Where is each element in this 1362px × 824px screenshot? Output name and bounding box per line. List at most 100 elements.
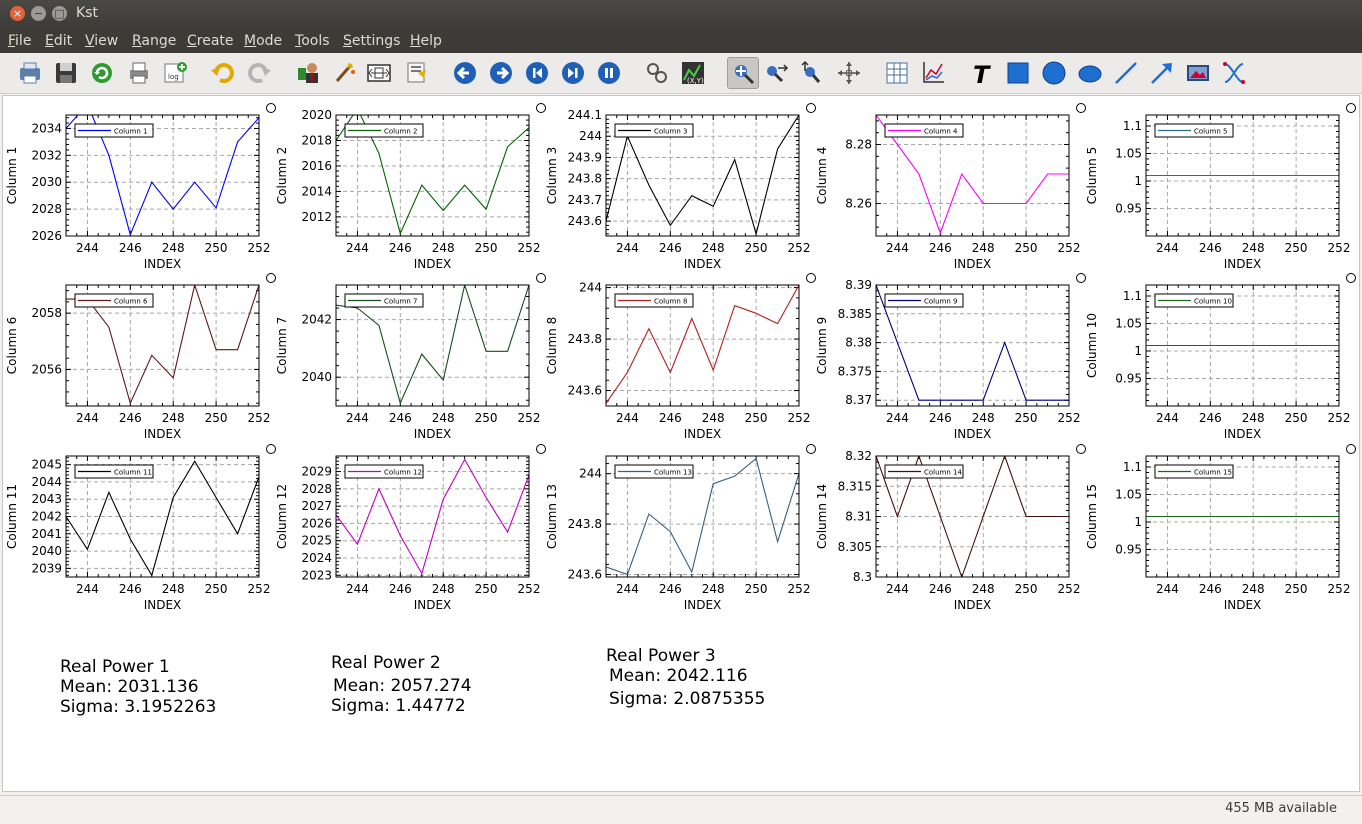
plot-handle-icon[interactable] <box>266 273 276 283</box>
x-tick-label: 252 <box>1328 241 1351 255</box>
zoom-x-icon[interactable] <box>763 60 789 86</box>
plot-handle-icon[interactable] <box>1076 103 1086 113</box>
zoom-layout-icon[interactable] <box>727 57 759 89</box>
zoom-y-icon[interactable] <box>799 60 825 86</box>
box-icon[interactable] <box>1005 60 1031 86</box>
menu-range[interactable]: Range <box>132 33 176 49</box>
x-tick-label: 248 <box>162 582 185 596</box>
line-plot-icon[interactable] <box>920 60 946 86</box>
menu-edit[interactable]: Edit <box>45 33 72 49</box>
x-tick-label: 244 <box>346 411 369 425</box>
x-tick-label: 244 <box>616 241 639 255</box>
x-tick-label: 250 <box>1015 241 1038 255</box>
label-real-power-1[interactable]: Real Power 1 Mean: 2031.136 Sigma: 3.195… <box>60 657 216 717</box>
legend-label: Column 14 <box>924 469 962 477</box>
zoom-all-icon[interactable] <box>836 60 862 86</box>
plot-10[interactable]: Column 10 244 246 248 250 252 0.95 1 1.05 1.1 INDE… <box>1085 273 1356 442</box>
x-tick-label: 252 <box>1058 411 1081 425</box>
plot-13[interactable]: Column 13 244 246 248 250 252 243.6 243.8 244 IND… <box>545 444 816 613</box>
plot-3[interactable]: Column 3 244 246 248 250 252 243.6 243.7 243.8 24… <box>545 103 816 272</box>
data-wizard-icon[interactable] <box>332 60 358 86</box>
circle-icon[interactable] <box>1041 60 1067 86</box>
maximize-window-icon[interactable]: □ <box>52 6 67 21</box>
plot-handle-icon[interactable] <box>266 103 276 113</box>
plot-15[interactable]: Column 15 244 246 248 250 252 0.95 1 1.05 1.1 INDE… <box>1085 444 1356 613</box>
y-tick-label: 0.95 <box>1115 202 1142 216</box>
line-icon[interactable] <box>1113 60 1139 86</box>
text-icon[interactable]: T <box>969 60 995 86</box>
plot-5[interactable]: Column 5 244 246 248 250 252 0.95 1 1.05 1.1 INDEX… <box>1085 103 1356 272</box>
plot-1[interactable]: Column 1 244 246 248 250 252 2026 2028 2030 2032 2… <box>5 103 276 272</box>
menu-mode[interactable]: Mode <box>244 33 282 49</box>
undo-icon[interactable] <box>210 60 236 86</box>
y-tick-label: 2028 <box>301 482 332 496</box>
plot-11[interactable]: Column 11 244 246 248 250 252 2039 2040 2041 2042… <box>5 444 276 613</box>
ellipse-icon[interactable] <box>1077 60 1103 86</box>
plot-handle-icon[interactable] <box>1076 273 1086 283</box>
plot-handle-icon[interactable] <box>536 444 546 454</box>
minimize-window-icon[interactable]: − <box>31 6 46 21</box>
x-axis-label: INDEX <box>1224 598 1262 612</box>
plot-8[interactable]: Column 8 244 246 248 250 252 243.6 243.8 244 INDE… <box>545 273 816 442</box>
x-tick-label: 244 <box>886 241 909 255</box>
export-image-icon[interactable]: log <box>162 60 188 86</box>
plot-9[interactable]: Column 9 244 246 248 250 252 8.37 8.375 8.38 8.38… <box>815 273 1086 442</box>
save-icon[interactable] <box>53 60 79 86</box>
plot-6[interactable]: Column 6 244 246 248 250 252 2056 2058 INDEX Colu… <box>5 273 276 442</box>
picture-icon[interactable] <box>1185 60 1211 86</box>
menu-view[interactable]: View <box>85 33 118 49</box>
first-frame-icon[interactable] <box>524 60 550 86</box>
print-icon[interactable] <box>17 60 43 86</box>
table-icon[interactable] <box>884 60 910 86</box>
reload-icon[interactable] <box>89 60 115 86</box>
shared-axis-icon[interactable] <box>1221 60 1247 86</box>
x-axis-label: INDEX <box>954 257 992 271</box>
change-data-file-icon[interactable] <box>366 60 392 86</box>
legend-label: Column 6 <box>114 298 148 306</box>
pause-icon[interactable] <box>596 60 622 86</box>
plot-handle-icon[interactable] <box>806 444 816 454</box>
plot-handle-icon[interactable] <box>536 103 546 113</box>
plot-handle-icon[interactable] <box>1346 273 1356 283</box>
x-tick-label: 252 <box>788 582 811 596</box>
plot-handle-icon[interactable] <box>1346 444 1356 454</box>
plot-handle-icon[interactable] <box>1076 444 1086 454</box>
last-frame-icon[interactable] <box>560 60 586 86</box>
legend-label: Column 8 <box>654 298 688 306</box>
label-real-power-3[interactable]: Real Power 3 Mean: 2042.116 Sigma: 2.087… <box>606 646 765 709</box>
plot-handle-icon[interactable] <box>266 444 276 454</box>
close-window-icon[interactable]: × <box>10 6 25 21</box>
ruler-icon[interactable] <box>644 60 670 86</box>
menu-help[interactable]: Help <box>410 33 442 49</box>
plot-4[interactable]: Column 4 244 246 248 250 252 8.26 8.28 INDEX Colu… <box>815 103 1086 272</box>
main-toolbar: log (X,Y) T <box>0 53 1362 94</box>
back-icon[interactable] <box>452 60 478 86</box>
menu-tools[interactable]: Tools <box>295 33 330 49</box>
plot-12[interactable]: Column 12 244 246 248 250 252 2023 2024 2025 2026… <box>275 444 546 613</box>
plot-handle-icon[interactable] <box>806 273 816 283</box>
plot-handle-icon[interactable] <box>806 103 816 113</box>
plot-7[interactable]: Column 7 244 246 248 250 252 2040 2042 INDEX Colu… <box>275 273 546 442</box>
plot-2[interactable]: Column 2 244 246 248 250 252 2012 2014 2016 2018 2… <box>275 103 546 272</box>
x-tick-label: 248 <box>162 411 185 425</box>
redo-icon[interactable] <box>246 60 272 86</box>
menu-settings[interactable]: Settings <box>343 33 400 49</box>
plot-handle-icon[interactable] <box>536 273 546 283</box>
printer-icon[interactable] <box>126 60 152 86</box>
change-dialog-icon[interactable] <box>404 60 430 86</box>
menu-file[interactable]: File <box>8 33 31 49</box>
x-tick-label: 248 <box>972 582 995 596</box>
menu-create[interactable]: Create <box>187 33 234 49</box>
forward-icon[interactable] <box>488 60 514 86</box>
plot-14[interactable]: Column 14 244 246 248 250 252 8.3 8.305 8.31 8.31… <box>815 444 1086 613</box>
arrow-icon[interactable] <box>1149 60 1175 86</box>
x-tick-label: 244 <box>616 582 639 596</box>
legend: Column 7 <box>344 293 424 308</box>
label-real-power-2[interactable]: Real Power 2 Mean: 2057.274 Sigma: 1.447… <box>331 653 472 716</box>
memory-status: 455 MB available <box>1225 801 1337 816</box>
xy-plot-icon[interactable]: (X,Y) <box>680 60 706 86</box>
plot-handle-icon[interactable] <box>1346 103 1356 113</box>
x-tick-label: 248 <box>702 582 725 596</box>
data-manager-icon[interactable] <box>296 60 322 86</box>
menu-bar: File Edit View Range Create Mode Tools Settings… <box>0 29 1362 53</box>
